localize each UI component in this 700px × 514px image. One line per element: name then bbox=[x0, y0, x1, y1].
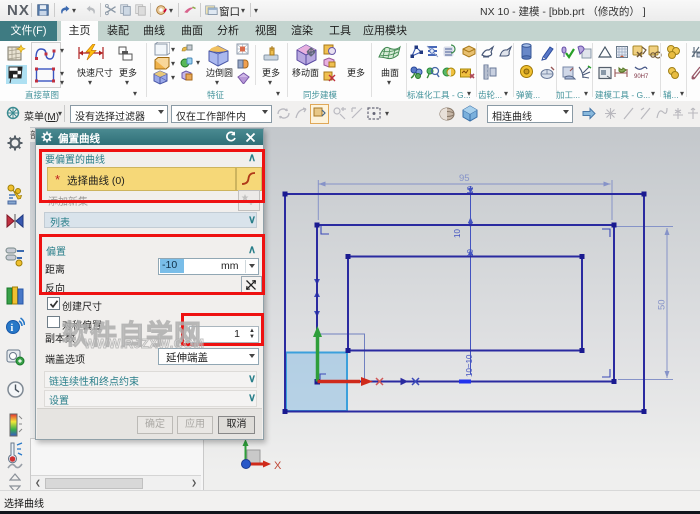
svg-text:95: 95 bbox=[459, 173, 470, 184]
svg-text:i: i bbox=[11, 323, 14, 334]
svg-text:90H7: 90H7 bbox=[634, 74, 649, 80]
svg-text:50: 50 bbox=[657, 299, 668, 310]
svg-text:10: 10 bbox=[453, 229, 462, 238]
svg-text:X: X bbox=[274, 460, 282, 472]
svg-text:10=10: 10=10 bbox=[465, 354, 474, 377]
